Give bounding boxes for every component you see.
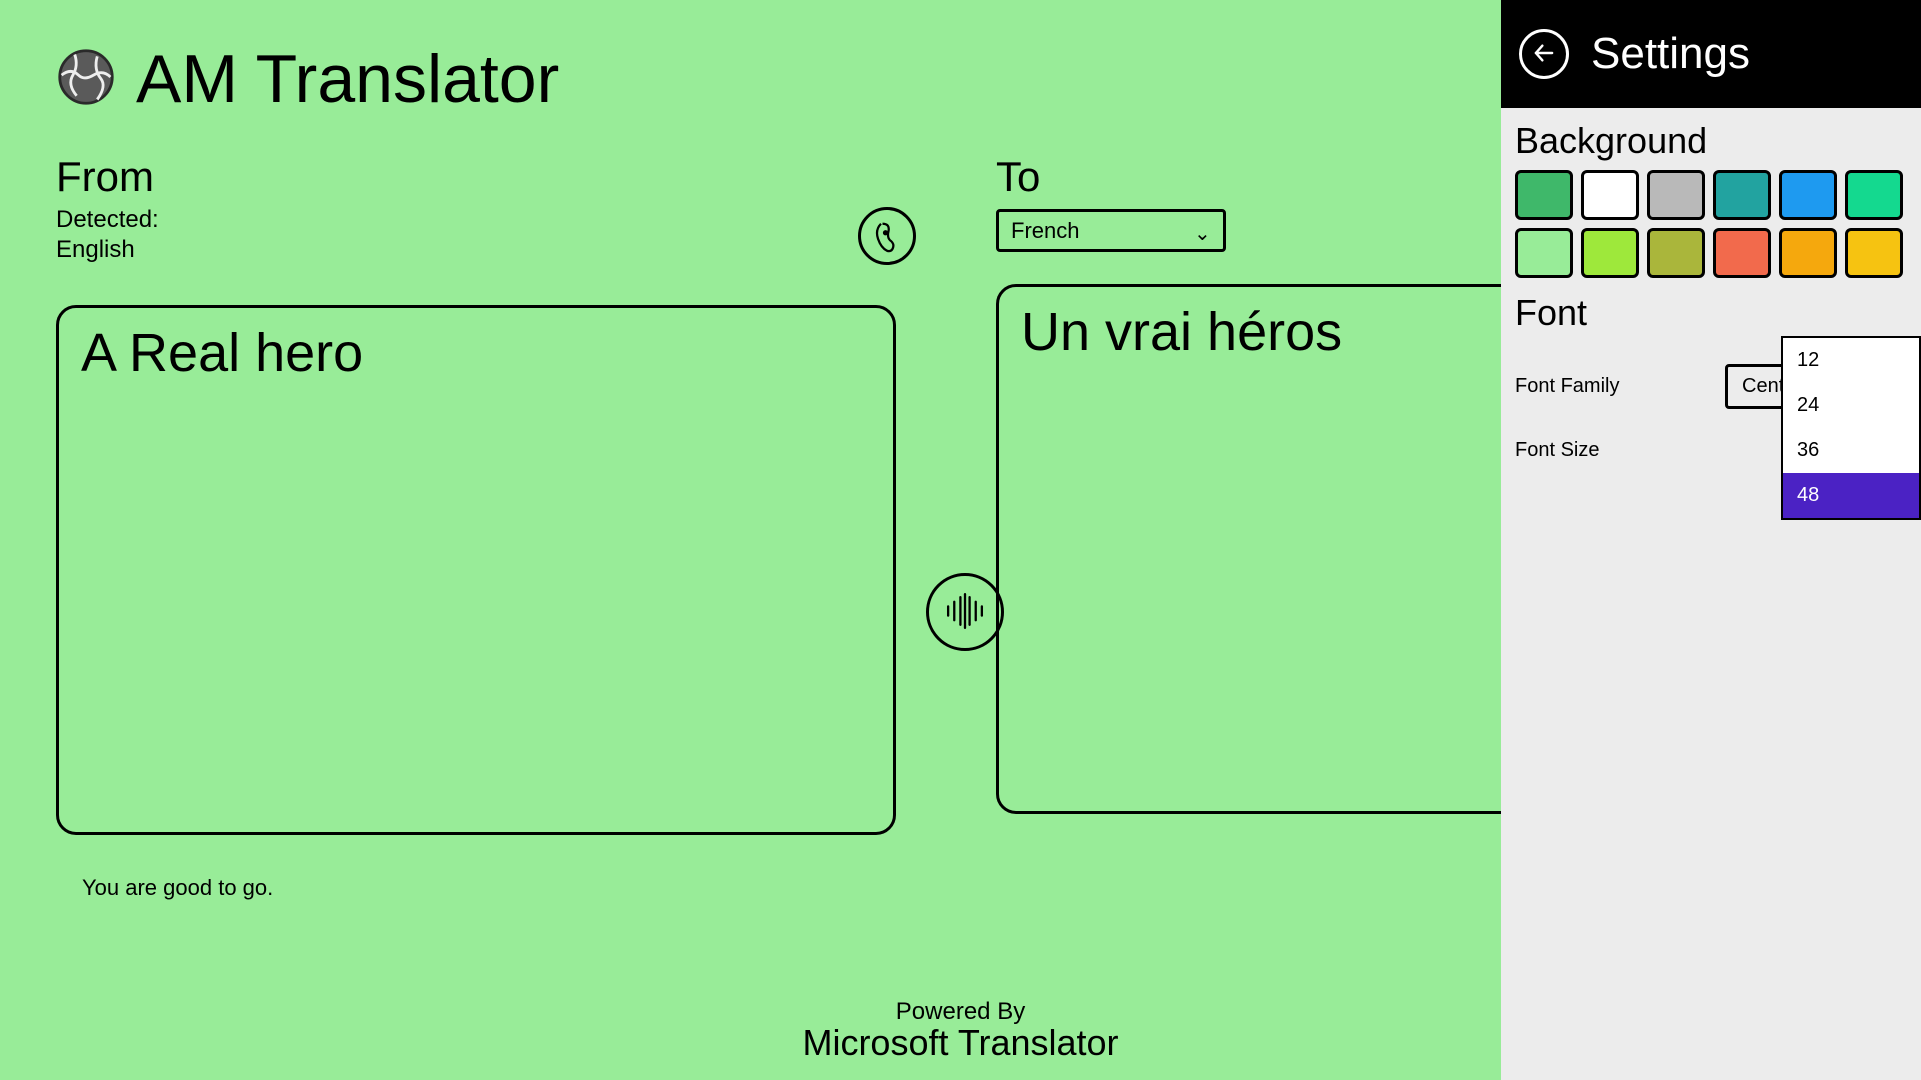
listen-button[interactable] [858,207,916,265]
bg-swatch-2[interactable] [1647,170,1705,220]
settings-body: Background Font Font Family Font Size 12… [1501,108,1921,1080]
bg-swatch-6[interactable] [1515,228,1573,278]
bg-swatch-3[interactable] [1713,170,1771,220]
bg-swatch-11[interactable] [1845,228,1903,278]
detected-lang: English [56,235,896,265]
swap-button[interactable] [926,573,1004,651]
font-size-dropdown[interactable]: 12243648 [1781,336,1921,520]
font-section-label: Font [1515,292,1907,334]
bg-swatch-9[interactable] [1713,228,1771,278]
bg-swatch-4[interactable] [1779,170,1837,220]
background-swatches [1515,170,1907,278]
to-lang-select[interactable]: French [996,209,1226,252]
source-text-box[interactable]: A Real hero [56,305,896,835]
app-title: AM Translator [136,40,559,118]
font-family-label: Font Family [1515,375,1619,398]
bg-swatch-10[interactable] [1779,228,1837,278]
settings-title: Settings [1591,29,1750,79]
ear-icon [872,216,902,257]
font-size-option-48[interactable]: 48 [1783,473,1919,518]
detected-label: Detected: [56,205,896,235]
back-button[interactable] [1519,29,1569,79]
bg-swatch-5[interactable] [1845,170,1903,220]
background-section-label: Background [1515,120,1907,162]
from-label: From [56,153,896,201]
bg-swatch-8[interactable] [1647,228,1705,278]
settings-header: Settings [1501,0,1921,108]
settings-panel: Settings Background Font Font Family Fon… [1501,0,1921,1080]
detected-block: Detected: English [56,205,896,265]
bg-swatch-0[interactable] [1515,170,1573,220]
bg-swatch-7[interactable] [1581,228,1639,278]
font-size-label: Font Size [1515,439,1599,462]
font-size-option-24[interactable]: 24 [1783,383,1919,428]
globe-icon [56,47,116,112]
arrow-left-icon [1531,40,1557,69]
from-column: From Detected: English A Real hero [56,153,896,835]
audio-bars-icon [942,588,988,637]
bg-swatch-1[interactable] [1581,170,1639,220]
font-size-option-36[interactable]: 36 [1783,428,1919,473]
font-size-option-12[interactable]: 12 [1783,338,1919,383]
